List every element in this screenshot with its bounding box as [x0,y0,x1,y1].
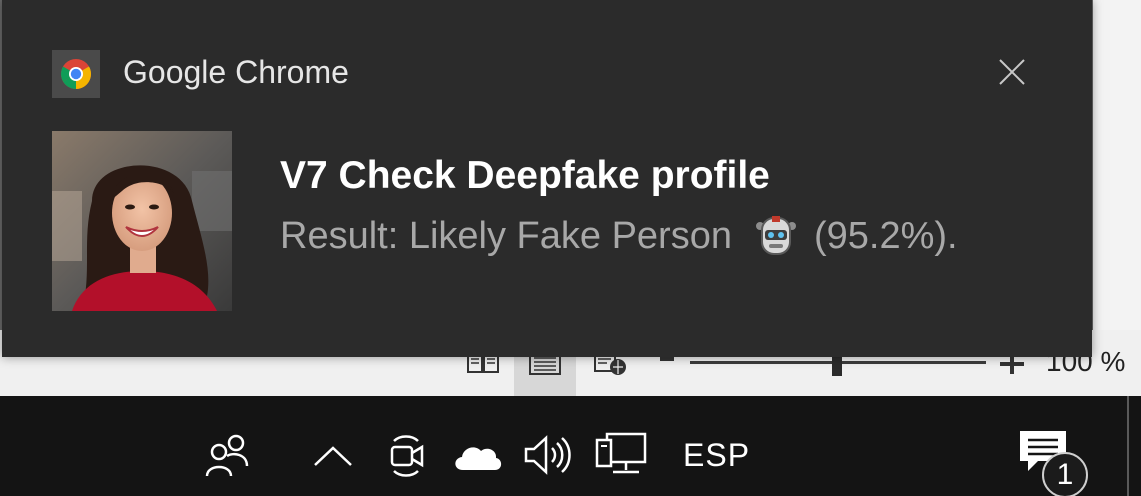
profile-photo [52,131,232,311]
zoom-in-button[interactable] [1000,354,1024,374]
show-desktop-button[interactable] [1127,396,1141,496]
onedrive-button[interactable] [450,436,504,476]
zoom-out-button[interactable] [660,357,674,361]
notification-body: Result: Likely Fake Person (95.2%). [280,212,958,260]
volume-button[interactable] [520,430,576,480]
input-language-indicator[interactable]: ESP [683,437,750,474]
notification-title: V7 Check Deepfake profile [280,154,770,197]
meet-now-button[interactable] [384,430,428,482]
app-icon-container [52,50,100,98]
notification-toast[interactable]: Google Chrome V7 Check Deepfake profile … [2,0,1092,357]
network-button[interactable] [592,428,650,480]
app-document-edge [1093,0,1141,330]
volume-icon [524,435,571,475]
people-icon [205,434,249,477]
close-notification-button[interactable] [992,52,1032,92]
screen: 100 % Google Chrome V7 Check Deepfake pr… [0,0,1141,496]
show-hidden-icons-chevron [314,446,352,466]
robot-face-icon [755,216,796,255]
onedrive-cloud-icon [455,447,502,470]
meet-now-icon [390,435,424,477]
show-hidden-icons-button[interactable] [310,436,356,476]
network-icon [595,432,647,474]
notification-app-name: Google Chrome [123,54,349,90]
notification-body-score: (95.2%). [813,214,958,257]
close-icon [999,59,1025,85]
notification-count-badge: 1 [1042,452,1088,496]
chrome-icon [60,59,92,89]
notification-body-result: Result: Likely Fake Person [280,214,732,257]
people-button[interactable] [200,428,254,482]
